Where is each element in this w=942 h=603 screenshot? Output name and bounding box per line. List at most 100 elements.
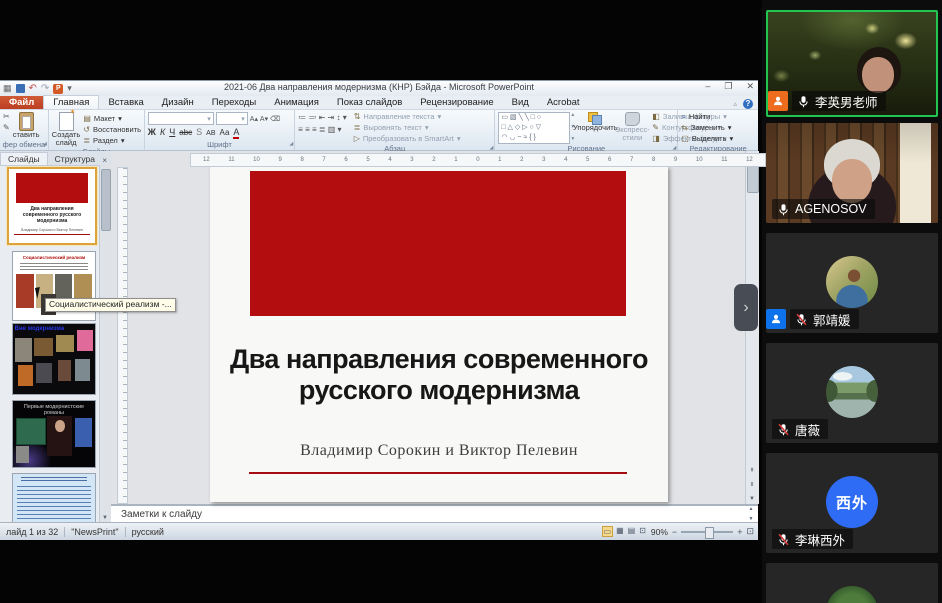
underline-button[interactable]: Ч	[169, 127, 175, 137]
tab-acrobat[interactable]: Acrobat	[538, 96, 589, 109]
tab-animations[interactable]: Анимация	[265, 96, 328, 109]
slideshow-view-icon[interactable]: ⊡	[638, 526, 647, 537]
bold-button[interactable]: Ж	[148, 127, 156, 137]
participant-name-pill: 李琳西外	[772, 529, 853, 549]
fit-to-window-button[interactable]: ⊡	[746, 526, 754, 537]
pane-close-icon[interactable]: ×	[102, 156, 107, 165]
theme-name[interactable]: "NewsPrint"	[65, 527, 124, 537]
dialog-launcher-icon[interactable]: ◢	[289, 141, 293, 147]
zoom-out-button[interactable]: −	[672, 527, 677, 537]
font-name-combo[interactable]: ▾	[148, 112, 214, 125]
find-button[interactable]: ⌕Найти	[681, 112, 710, 122]
cut-icon[interactable]: ✂	[3, 112, 10, 121]
pane-scrollbar-thumb[interactable]	[101, 169, 111, 231]
tab-transitions[interactable]: Переходы	[203, 96, 266, 109]
editor-scrollbar-thumb[interactable]	[747, 165, 759, 193]
replace-button[interactable]: ⇆Заменить▾	[681, 123, 731, 133]
slide-thumbnail-4[interactable]: Первые модернистские романы	[12, 400, 96, 468]
participant-tile[interactable]: 唐薇	[766, 343, 938, 443]
language-indicator[interactable]: русский	[126, 527, 170, 537]
smartart-button[interactable]: ▷Преобразовать в SmartArt▾	[354, 134, 461, 144]
participant-name: AGENOSOV	[795, 202, 867, 216]
slide-subtitle[interactable]: Владимир Сорокин и Виктор Пелевин	[220, 442, 658, 460]
tab-slideshow[interactable]: Показ слайдов	[328, 96, 411, 109]
select-button[interactable]: ▢Выделить▾	[681, 134, 733, 144]
tab-insert[interactable]: Вставка	[99, 96, 152, 109]
tab-slides-thumbnails[interactable]: Слайды	[0, 152, 48, 165]
next-slide-icon[interactable]: ⇟	[746, 481, 758, 488]
reading-view-icon[interactable]: ▤	[627, 526, 637, 537]
clear-formatting-button[interactable]: ⌫	[270, 115, 280, 123]
zoom-in-button[interactable]: +	[737, 527, 742, 537]
powerpoint-window: ▦ ↶ ↷ P ▾ 2021-06 Два направления модерн…	[0, 80, 758, 539]
window-title: 2021-06 Два направления модернизма (КНР)…	[0, 82, 758, 92]
notes-scroll-up-icon[interactable]: ▲	[745, 506, 757, 512]
slides-pane-tabs: Слайды Структура ×	[0, 151, 111, 166]
tab-review[interactable]: Рецензирование	[411, 96, 502, 109]
tab-file[interactable]: Файл	[0, 96, 43, 109]
section-button[interactable]: ≣Раздел▾	[83, 136, 141, 146]
title-bar[interactable]: ▦ ↶ ↷ P ▾ 2021-06 Два направления модерн…	[0, 81, 758, 97]
text-direction-button[interactable]: ⇅Направление текста▾	[354, 112, 461, 122]
shapes-gallery[interactable]: ▭ ▧ ╲ ╲ □ ○ □ △ ◇ ▷ ○ ▽ ◠ ◡ ~ ≈ { }	[498, 112, 570, 144]
thumb1-subtitle: Владимир Сорокин и Виктор Пелевин	[14, 228, 90, 235]
char-spacing-button[interactable]: АВ	[206, 130, 215, 137]
strikethrough-button[interactable]: abc	[179, 128, 192, 137]
paste-button[interactable]: ставить	[13, 112, 40, 139]
font-size-combo[interactable]: ▾	[216, 112, 248, 125]
shadow-button[interactable]: S	[196, 127, 202, 137]
tab-home[interactable]: Главная	[43, 95, 99, 109]
italic-button[interactable]: К	[160, 127, 165, 137]
notes-scrollbar[interactable]: ▲ ▼	[745, 506, 757, 522]
previous-slide-icon[interactable]: ⇞	[746, 467, 758, 474]
status-bar: лайд 1 из 32 "NewsPrint" русский ▭ ▦ ▤ ⊡…	[0, 522, 758, 540]
help-icon[interactable]: ?	[743, 99, 753, 109]
thumb4-title: Первые модернистские романы	[20, 404, 89, 416]
quick-styles-button[interactable]: Экспресс-стили	[615, 112, 649, 142]
layout-button[interactable]: ▤Макет▾	[83, 114, 141, 124]
notes-area[interactable]: Заметки к слайду ▲ ▼	[111, 504, 758, 522]
participant-tile[interactable]: AGENOSOV	[766, 123, 938, 223]
participant-tile[interactable]: 西外 李琳西外	[766, 453, 938, 553]
format-painter-icon[interactable]: ✎	[3, 123, 10, 132]
slide-thumbnail-1[interactable]: Два направления современного русского мо…	[7, 167, 97, 245]
list-indent-buttons[interactable]: ≔ ≕ ⇤ ⇥ ↕ ▾	[298, 113, 347, 122]
pane-scrollbar[interactable]: ▼	[99, 165, 111, 522]
group-editing: ⌕Найти ⇆Заменить▾ ▢Выделить▾ Редактирова…	[678, 110, 758, 150]
normal-view-icon[interactable]: ▭	[602, 526, 614, 537]
font-color-button[interactable]: А	[233, 127, 239, 139]
new-slide-button[interactable]: Создать слайд	[52, 112, 81, 147]
slide-title[interactable]: Два направления современного русского мо…	[220, 344, 658, 406]
ribbon-collapse-icon[interactable]: ▵	[733, 100, 737, 108]
group-clipboard: ✂ ✎ ставить фер обмена◢	[0, 110, 49, 150]
alignment-buttons[interactable]: ≡ ≡ ≡ ≣ ▥ ▾	[298, 125, 347, 134]
zoom-slider-thumb[interactable]	[705, 527, 714, 539]
tab-outline[interactable]: Структура	[48, 153, 102, 165]
slide-sorter-view-icon[interactable]: ▦	[615, 526, 625, 537]
sidebar-collapse-button[interactable]: ›	[734, 284, 758, 331]
participant-tile[interactable]: 李英男老师	[766, 10, 938, 117]
grow-shrink-font-buttons[interactable]: А▴ А▾	[250, 115, 268, 123]
participant-avatar	[826, 256, 878, 308]
current-slide[interactable]: Два направления современного русского мо…	[210, 166, 668, 502]
dialog-launcher-icon[interactable]: ◢	[43, 141, 47, 147]
reset-button[interactable]: ↺Восстановить	[83, 125, 141, 135]
new-slide-icon	[59, 112, 74, 131]
arrange-button[interactable]: Упорядочить	[578, 112, 612, 132]
scroll-down-icon[interactable]: ▼	[746, 496, 758, 502]
tab-view[interactable]: Вид	[503, 96, 538, 109]
pane-scroll-down-icon[interactable]: ▼	[100, 515, 110, 521]
zoom-slider[interactable]	[681, 531, 733, 533]
minimize-button[interactable]: –	[705, 81, 710, 92]
screen: ▦ ↶ ↷ P ▾ 2021-06 Два направления модерн…	[0, 0, 942, 603]
participant-name: 唐薇	[795, 420, 820, 439]
participant-tile[interactable]: 郭靖媛	[766, 233, 938, 333]
restore-button[interactable]: ❐	[724, 81, 732, 92]
tab-design[interactable]: Дизайн	[153, 96, 203, 109]
slide-thumbnail-3[interactable]: Вне модернизма	[12, 323, 96, 395]
close-button[interactable]: ✕	[746, 81, 754, 92]
participant-tile[interactable]	[766, 563, 938, 603]
slide-red-rectangle[interactable]	[250, 171, 626, 316]
align-text-button[interactable]: ≣Выровнять текст▾	[354, 123, 461, 133]
change-case-button[interactable]: Аа	[220, 128, 230, 137]
